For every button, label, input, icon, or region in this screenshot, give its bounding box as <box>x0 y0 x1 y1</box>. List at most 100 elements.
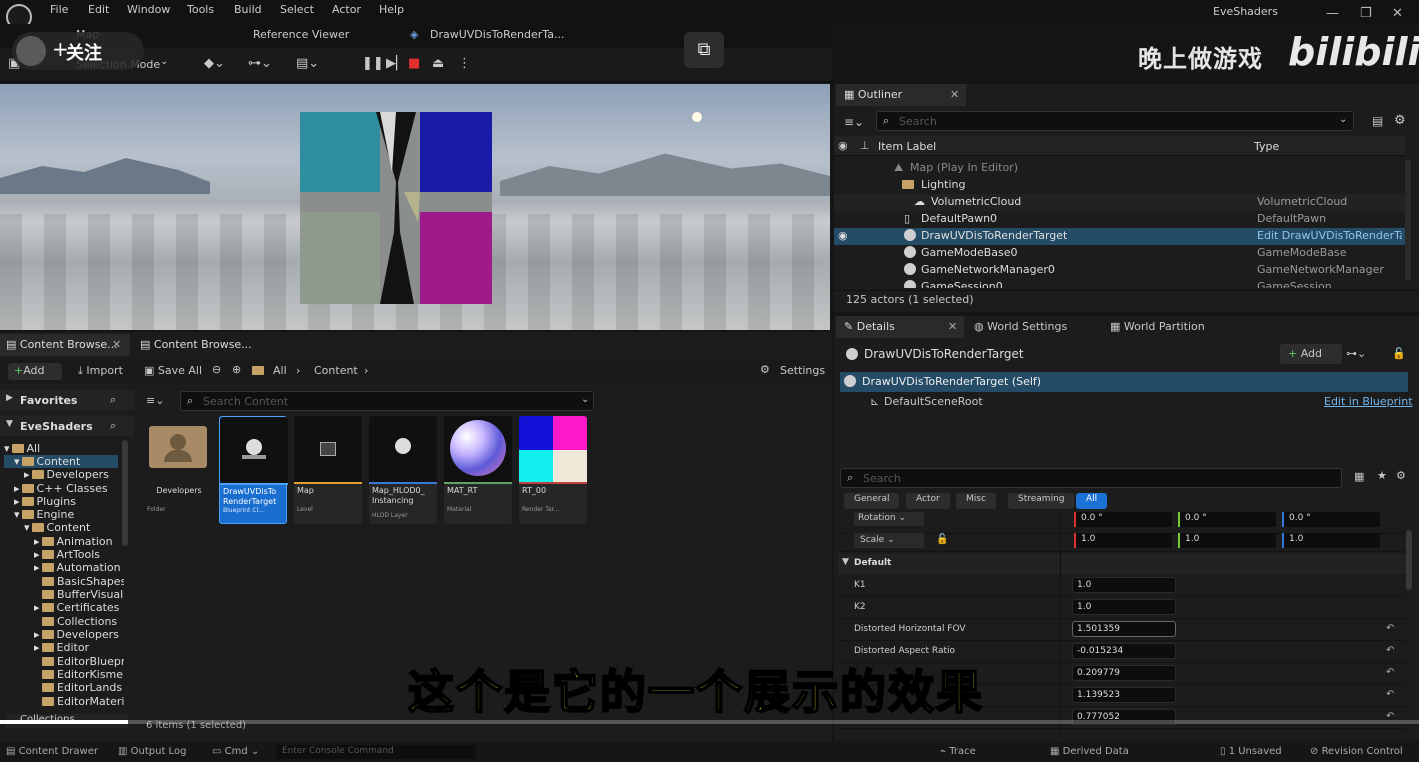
reset-icon[interactable]: ↶ <box>1386 689 1394 700</box>
asset-tile[interactable]: MAT_RT Material <box>444 416 512 524</box>
breadcrumb-all[interactable]: All <box>273 364 287 377</box>
tree-item[interactable]: ▸ Animation <box>34 535 113 548</box>
unsaved-button[interactable]: ▯ 1 Unsaved <box>1220 746 1282 757</box>
section-default[interactable]: ▼ Default <box>838 554 1406 574</box>
scale-x[interactable]: 1.0 <box>1074 533 1172 548</box>
reset-icon[interactable]: ↶ <box>1386 667 1394 678</box>
filter-general[interactable]: General <box>844 493 900 509</box>
tree-item[interactable]: ▸ Automation <box>34 561 121 574</box>
scale-z[interactable]: 1.0 <box>1282 533 1380 548</box>
chevron-down-icon[interactable]: ⌄ <box>581 394 589 405</box>
filter-icon[interactable]: ≡⌄ <box>146 394 164 407</box>
eye-icon[interactable]: ◉ <box>838 229 848 242</box>
history-forward-icon[interactable]: ⊕ <box>232 363 241 376</box>
tree-item[interactable]: ▸ C++ Classes <box>14 482 108 495</box>
search-icon[interactable]: ⌕ <box>110 393 116 407</box>
add-button[interactable]: +Add <box>8 363 62 380</box>
outliner-row[interactable]: GameModeBase0 GameModeBase <box>834 245 1405 262</box>
outliner-row[interactable]: Lighting <box>834 177 1405 194</box>
scale-y[interactable]: 1.0 <box>1178 533 1276 548</box>
outliner-scrollbar[interactable] <box>1405 160 1411 280</box>
edit-in-blueprint-link[interactable]: Edit in Blueprint <box>1324 395 1413 408</box>
add-component-button[interactable]: + Add <box>1280 344 1342 364</box>
tree-item[interactable]: BufferVisual <box>42 588 123 601</box>
derived-data-button[interactable]: ▦ Derived Data <box>1050 746 1129 757</box>
cmd-button[interactable]: ▭ Cmd ⌄ <box>212 746 259 757</box>
asset-tile[interactable]: Map Level <box>294 416 362 524</box>
prop-value-input[interactable]: -0.015234 <box>1072 643 1176 659</box>
chevron-down-icon[interactable]: ⌄ <box>160 56 168 67</box>
tree-item[interactable]: EditorMateri <box>42 695 124 708</box>
filter-all[interactable]: All <box>1076 493 1108 509</box>
close-icon[interactable]: ✕ <box>112 338 121 351</box>
settings-icon[interactable]: ⚙ <box>1396 469 1406 482</box>
prop-value-input[interactable]: 0.209779 <box>1072 665 1176 681</box>
component-self-row[interactable]: DrawUVDisToRenderTarget (Self) <box>840 372 1408 392</box>
scene-root-label[interactable]: DefaultSceneRoot <box>884 395 983 408</box>
tree-item[interactable]: ▾ Content <box>24 521 90 534</box>
console-input[interactable]: Enter Console Command <box>276 745 476 759</box>
rotation-y[interactable]: 0.0 ° <box>1178 512 1276 527</box>
import-button[interactable]: ⤓ Import <box>78 364 123 378</box>
outliner-row[interactable]: ☁ VolumetricCloud VolumetricCloud <box>834 194 1405 211</box>
tree-item-selected[interactable]: ▾ Content <box>4 455 118 468</box>
filter-misc[interactable]: Misc <box>956 493 996 509</box>
level-viewport[interactable] <box>0 84 830 330</box>
revision-control-button[interactable]: ⊘ Revision Control <box>1310 746 1403 757</box>
prop-value-input[interactable]: 1.501359 <box>1072 621 1176 637</box>
project-section[interactable]: ▼ EveShaders ⌕ <box>0 416 134 436</box>
follow-badge[interactable]: + 关注 <box>12 32 144 70</box>
settings-icon[interactable]: ⚙ <box>1394 113 1406 128</box>
tree-item[interactable]: EditorBluepr <box>42 655 124 668</box>
rotation-z[interactable]: 0.0 ° <box>1282 512 1380 527</box>
tab-content-browser-1[interactable]: ▤ Content Browse... ✕ <box>0 334 130 356</box>
asset-tile[interactable]: Map_HLOD0_ Instancing HLOD Layer <box>369 416 437 524</box>
save-all-button[interactable]: ▣ Save All <box>144 364 202 377</box>
table-view-icon[interactable]: ▦ <box>1354 470 1364 483</box>
scale-dropdown[interactable]: Scale ⌄ <box>854 533 924 548</box>
restore-window-icon[interactable]: ⧉ <box>684 32 724 68</box>
tab-world-settings[interactable]: ◍ World Settings <box>974 320 1067 333</box>
row-type-edit-link[interactable]: Edit DrawUVDisToRenderTar <box>1257 229 1402 242</box>
favorites-section[interactable]: ▶ Favorites ⌕ <box>0 390 134 410</box>
menu-window[interactable]: Window <box>127 3 170 16</box>
chevron-right-icon[interactable]: › <box>364 364 368 377</box>
video-progress-bar[interactable] <box>0 720 1419 724</box>
tab-outliner[interactable]: ▦ Outliner ✕ <box>836 84 966 106</box>
tab-world-partition[interactable]: ▦ World Partition <box>1110 320 1205 333</box>
output-log-button[interactable]: ▥ Output Log <box>118 746 186 757</box>
tree-item[interactable]: ▸ Certificates <box>34 601 119 614</box>
eject-icon[interactable]: ⏏ <box>432 56 444 71</box>
tree-item[interactable]: ▸ Developers <box>34 628 119 641</box>
tree-item[interactable]: ▸ Plugins <box>14 495 76 508</box>
search-icon[interactable]: ⌕ <box>110 419 116 433</box>
rotation-dropdown[interactable]: Rotation ⌄ <box>854 512 924 526</box>
prop-value-input[interactable]: 1.0 <box>1072 599 1176 615</box>
reset-icon[interactable]: ↶ <box>1386 623 1394 634</box>
tree-item[interactable]: ▸ Editor <box>34 641 89 654</box>
menu-select[interactable]: Select <box>280 3 314 16</box>
cinematics-icon[interactable]: ▤⌄ <box>296 56 319 71</box>
close-icon[interactable]: ✕ <box>950 88 959 101</box>
tree-item[interactable]: BasicShapes <box>42 575 124 588</box>
reset-icon[interactable]: ↶ <box>1386 645 1394 656</box>
pause-icon[interactable]: ❚❚ <box>362 56 384 71</box>
minimize-icon[interactable]: — <box>1326 6 1339 21</box>
tree-item[interactable]: ▸ ArtTools <box>34 548 100 561</box>
details-search-input[interactable]: ⌕ Search <box>840 468 1342 488</box>
step-icon[interactable]: ▶▏ <box>386 56 406 71</box>
lock-icon[interactable]: 🔓 <box>1392 347 1406 360</box>
prop-value-input[interactable]: 1.139523 <box>1072 687 1176 703</box>
tree-scrollbar[interactable] <box>122 440 128 546</box>
tree-item[interactable]: EditorLands <box>42 681 122 694</box>
column-item-label[interactable]: Item Label <box>878 140 936 153</box>
content-drawer-button[interactable]: ▤ Content Drawer <box>6 746 98 757</box>
outliner-row[interactable]: ▯ DefaultPawn0 DefaultPawn <box>834 211 1405 228</box>
tree-item[interactable]: EditorKisme <box>42 668 123 681</box>
tab-draw-uv[interactable]: DrawUVDisToRenderTa... <box>430 28 564 41</box>
add-actor-icon[interactable]: ◆⌄ <box>204 56 225 71</box>
more-options-icon[interactable]: ⋮ <box>458 56 471 71</box>
maximize-icon[interactable]: ❐ <box>1360 6 1372 21</box>
asset-tile[interactable]: Developers Folder <box>144 416 212 524</box>
trace-button[interactable]: ⌁ Trace <box>940 746 976 757</box>
